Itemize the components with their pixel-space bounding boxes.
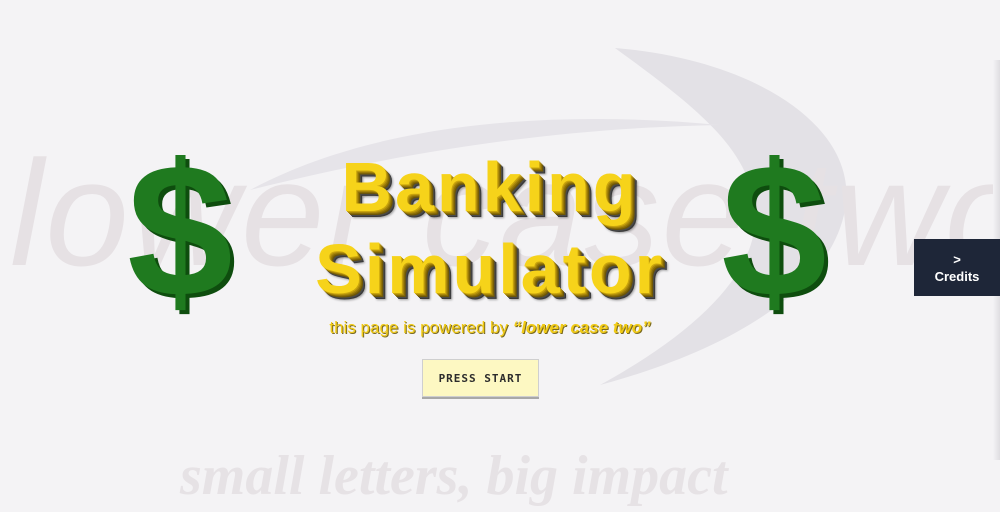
powered-by-brand: “lower case two”: [512, 318, 651, 337]
powered-by-text: this page is powered by “lower case two”: [250, 318, 730, 338]
dollar-left-glyph: $: [128, 132, 233, 332]
credits-arrow-icon: >: [953, 251, 961, 267]
title-line-1: Banking: [341, 148, 639, 226]
dollar-sign-left-icon: $ $: [128, 132, 237, 332]
powered-by-prefix: this page is powered by: [329, 318, 513, 337]
game-title: Banking Simulator: [230, 146, 750, 310]
background-tagline: small letters, big impact: [180, 445, 728, 507]
press-start-button[interactable]: PRESS START: [422, 359, 539, 397]
title-line-2: Simulator: [315, 230, 665, 308]
credits-button[interactable]: > Credits: [914, 239, 1000, 296]
credits-label: Credits: [934, 268, 980, 284]
